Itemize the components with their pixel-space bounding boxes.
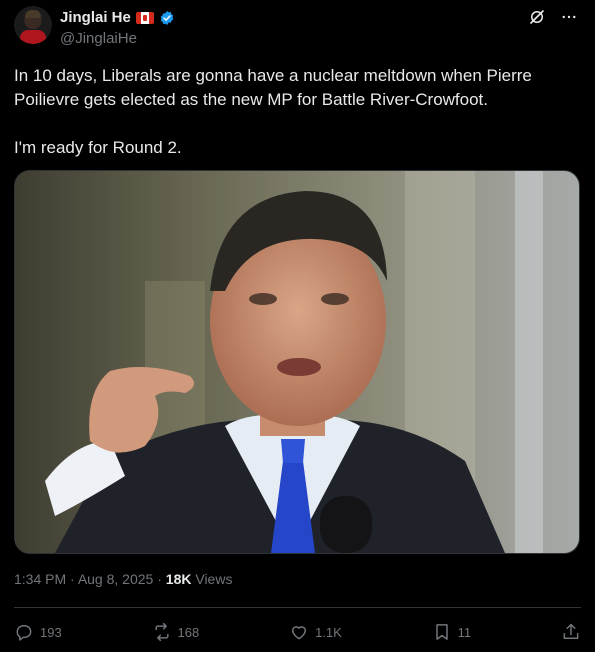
- grok-icon[interactable]: [527, 7, 547, 27]
- reply-count: 193: [40, 624, 62, 640]
- reply-button[interactable]: 193: [14, 622, 62, 642]
- author-display-name[interactable]: Jinglai He: [60, 9, 131, 26]
- tweet-text-paragraph-2: I'm ready for Round 2.: [14, 138, 182, 157]
- meta-separator: ·: [153, 571, 166, 587]
- avatar-uniform: [20, 30, 46, 44]
- repost-count: 168: [177, 624, 200, 640]
- tweet-photo[interactable]: [14, 170, 580, 554]
- tweet-meta: 1:34 PM · Aug 8, 2025 · 18K Views: [14, 571, 232, 587]
- like-count: 1.1K: [315, 624, 342, 640]
- avatar-hat: [25, 10, 41, 18]
- tweet-text-paragraph-1: In 10 days, Liberals are gonna have a nu…: [14, 66, 532, 109]
- bookmark-button[interactable]: 11: [432, 622, 472, 642]
- photo-illustration: [15, 171, 579, 553]
- bookmark-icon: [435, 624, 448, 640]
- more-options-icon[interactable]: [559, 7, 579, 27]
- tweet-text: In 10 days, Liberals are gonna have a nu…: [14, 64, 574, 160]
- tweet-time[interactable]: 1:34 PM: [14, 571, 66, 587]
- views-count: 18K: [165, 571, 192, 587]
- share-icon: [563, 623, 579, 639]
- verified-badge-icon: [160, 10, 174, 25]
- share-button[interactable]: [561, 622, 581, 642]
- reply-icon: [16, 625, 32, 641]
- repost-button[interactable]: 168: [152, 622, 200, 642]
- tweet-date[interactable]: Aug 8, 2025: [78, 571, 154, 587]
- heart-icon: [292, 626, 307, 640]
- author-name-row: Jinglai He: [60, 9, 175, 26]
- author-handle[interactable]: @JinglaiHe: [60, 30, 137, 47]
- bookmark-count: 11: [457, 624, 472, 640]
- meta-separator: ·: [66, 571, 78, 587]
- repost-icon: [154, 622, 169, 642]
- action-bar: 193 168 1.1K 11: [14, 616, 581, 648]
- divider: [14, 607, 581, 608]
- canada-flag-icon: [135, 11, 154, 24]
- like-button[interactable]: 1.1K: [289, 622, 342, 642]
- author-avatar[interactable]: [14, 6, 52, 44]
- top-right-icons: [527, 7, 579, 27]
- views-label: Views: [191, 571, 233, 587]
